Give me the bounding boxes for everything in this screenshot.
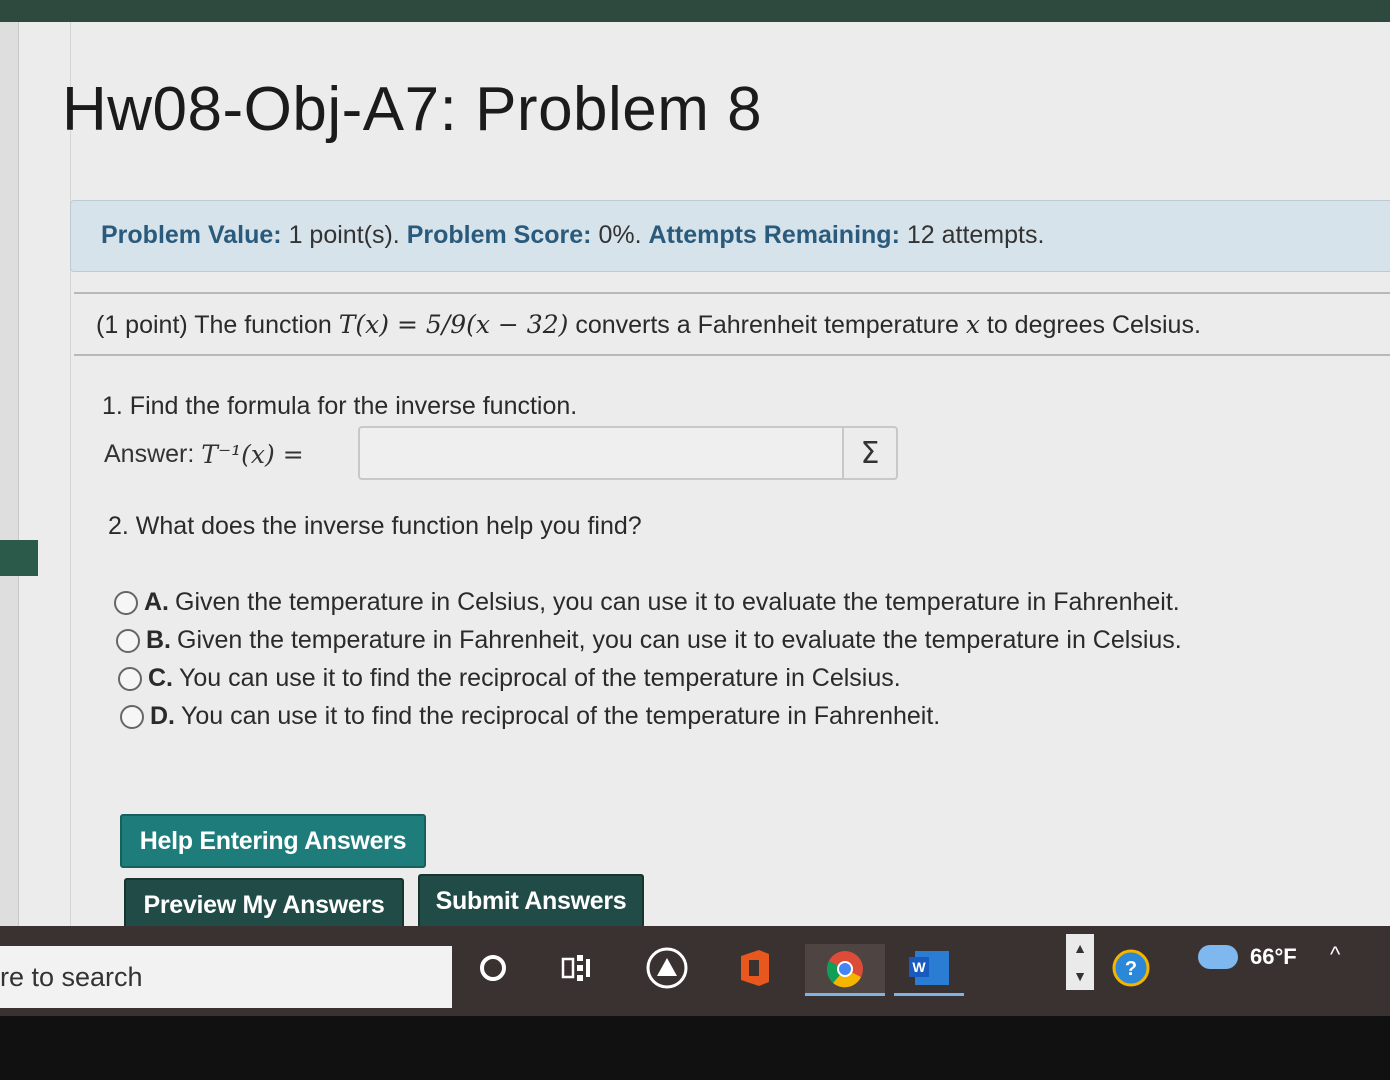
option-letter: D. (150, 702, 175, 730)
option-text: You can use it to find the reciprocal of… (179, 664, 901, 692)
answer-input[interactable] (358, 426, 844, 480)
problem-score-label: Problem Score: (406, 221, 592, 249)
radio-icon[interactable] (114, 590, 138, 615)
chevron-up-icon[interactable]: ▲ (1073, 940, 1087, 956)
preview-answers-button[interactable]: Preview My Answers (124, 878, 404, 932)
equation-editor-button[interactable]: Σ (842, 426, 898, 480)
temperature: 66°F (1250, 944, 1297, 969)
attempts-label: Attempts Remaining: (648, 221, 900, 249)
word-icon[interactable]: W (896, 944, 962, 992)
chrome-icon[interactable] (805, 944, 885, 994)
option-letter: A. (144, 588, 169, 616)
content-divider (70, 22, 71, 942)
page-title: Hw08-Obj-A7: Problem 8 (62, 75, 763, 144)
taskbar-search-box[interactable]: re to search (0, 946, 452, 1008)
app-icon[interactable] (642, 944, 692, 992)
option-letter: C. (148, 664, 173, 692)
option-d[interactable]: D. You can use it to find the reciprocal… (120, 702, 940, 731)
inverse-expression: T⁻¹(x) = (201, 439, 304, 469)
question-1: 1. Find the formula for the inverse func… (102, 392, 578, 420)
statement-middle: converts a Fahrenheit temperature (575, 311, 959, 339)
problem-info-box: Problem Value: 1 point(s). Problem Score… (70, 200, 1390, 272)
help-entering-answers-button[interactable]: Help Entering Answers (120, 814, 426, 868)
chrome-active-indicator (805, 993, 885, 996)
problem-value-label: Problem Value: (101, 221, 282, 249)
option-text: You can use it to find the reciprocal of… (181, 702, 941, 730)
statement-suffix: to degrees Celsius. (986, 311, 1201, 339)
variable-x: x (965, 310, 980, 339)
divider (74, 292, 1390, 294)
show-hidden-icons-caret[interactable]: ^ (1330, 942, 1340, 968)
sidebar-accent[interactable] (0, 540, 38, 576)
radio-icon[interactable] (120, 704, 144, 729)
left-sidebar-edge (0, 22, 19, 942)
cloud-icon (1198, 945, 1238, 969)
attempts-remaining: 12 attempts. (906, 221, 1045, 249)
answer-label: Answer: (104, 439, 195, 468)
help-glyph: ? (1125, 958, 1137, 980)
option-text: Given the temperature in Celsius, you ca… (175, 588, 1180, 616)
weather-widget[interactable]: 66°F (1198, 944, 1297, 970)
option-letter: B. (146, 626, 171, 654)
submit-answers-button[interactable]: Submit Answers (418, 874, 644, 928)
search-placeholder: re to search (0, 961, 143, 992)
help-icon[interactable]: ? (1106, 944, 1156, 992)
task-view-icon[interactable] (552, 944, 602, 992)
office-icon[interactable] (730, 944, 780, 992)
option-text: Given the temperature in Fahrenheit, you… (177, 626, 1182, 654)
option-a[interactable]: A. Given the temperature in Celsius, you… (114, 588, 1180, 617)
option-c[interactable]: C. You can use it to find the reciprocal… (118, 664, 901, 693)
chevron-down-icon[interactable]: ▼ (1073, 968, 1087, 984)
monitor-bottom-bezel (0, 1016, 1390, 1080)
word-active-indicator (894, 993, 964, 996)
problem-statement: (1 point) The function T(x) = 5/9(x − 32… (96, 310, 1201, 340)
problem-score: 0%. (598, 221, 642, 249)
option-b[interactable]: B. Given the temperature in Fahrenheit, … (116, 626, 1182, 655)
word-letter: W (912, 959, 926, 975)
radio-icon[interactable] (116, 628, 140, 653)
browser-page (0, 22, 1390, 942)
question-2: 2. What does the inverse function help y… (108, 512, 642, 540)
problem-value: 1 point(s). (288, 221, 400, 249)
divider (74, 354, 1390, 356)
function-formula: T(x) = 5/9(x − 32) (338, 310, 569, 339)
taskbar-scroll-arrows[interactable]: ▲ ▼ (1066, 934, 1094, 990)
statement-prefix: (1 point) The function (96, 311, 332, 339)
monitor-top-bezel (0, 0, 1390, 24)
cortana-icon[interactable] (468, 944, 518, 992)
answer-label-row: Answer: T⁻¹(x) = (104, 426, 304, 482)
radio-icon[interactable] (118, 666, 142, 691)
